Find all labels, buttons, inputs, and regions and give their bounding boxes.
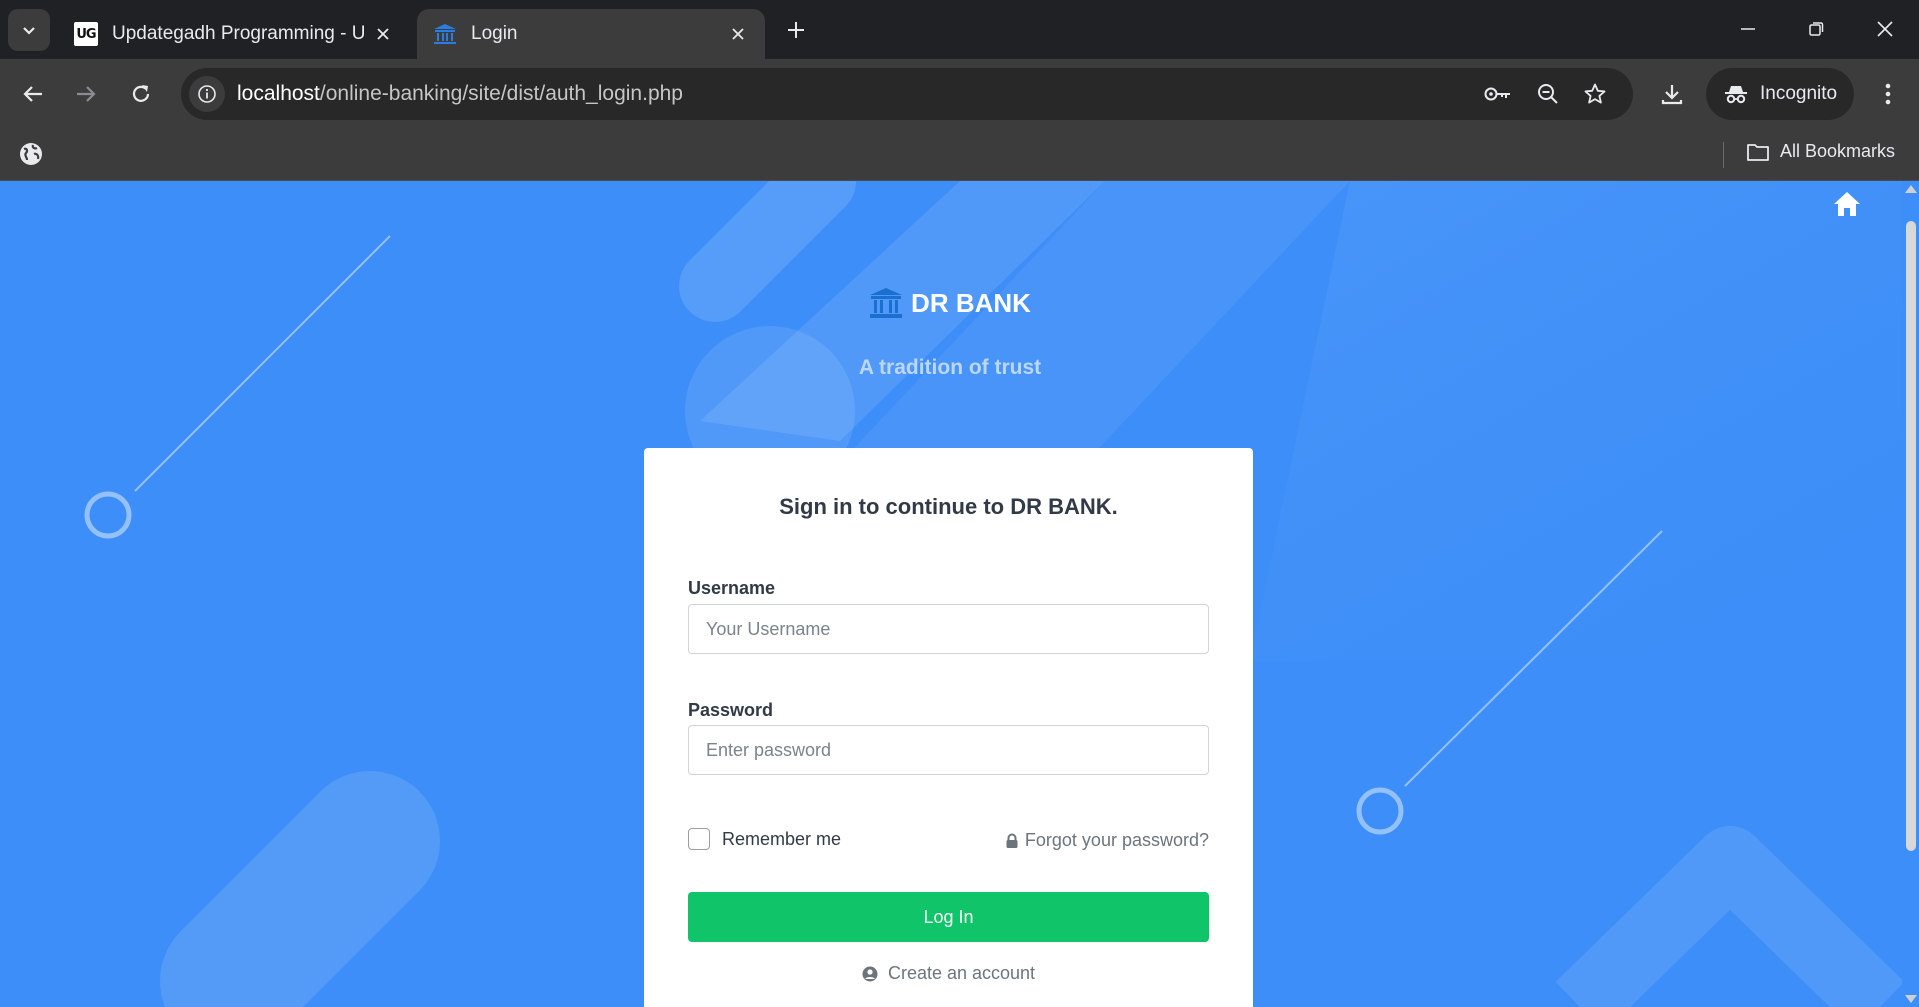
browser-toolbar: localhost/online-banking/site/dist/auth_… [0, 59, 1919, 129]
more-vert-icon [1885, 83, 1891, 105]
username-label: Username [688, 578, 776, 598]
password-label: Password [688, 700, 774, 720]
tab-login[interactable]: Login [417, 9, 765, 59]
url-path: /online-banking/site/dist/auth_login.php [319, 82, 683, 105]
create-account-label: Create an account [887, 963, 1036, 983]
forward-button[interactable] [66, 74, 106, 114]
close-icon[interactable] [372, 23, 394, 45]
minimize-button[interactable] [1725, 10, 1771, 48]
close-icon[interactable] [727, 23, 749, 45]
back-button[interactable] [13, 74, 53, 114]
globe-icon[interactable] [18, 141, 44, 167]
close-window-button[interactable] [1862, 10, 1908, 48]
all-bookmarks-button[interactable]: All Bookmarks [1746, 141, 1895, 162]
folder-icon [1747, 143, 1769, 161]
restore-icon [1809, 22, 1824, 36]
bookmarks-bar: All Bookmarks [0, 129, 1919, 181]
scroll-thumb[interactable] [1906, 221, 1916, 851]
home-button[interactable] [1830, 187, 1864, 221]
favicon-text: UG [74, 22, 98, 46]
address-bar[interactable]: localhost/online-banking/site/dist/auth_… [181, 68, 1633, 120]
login-card: Sign in to continue to DR BANK. Username… [644, 448, 1253, 1007]
url-host: localhost [237, 82, 320, 105]
scroll-up-icon[interactable] [1905, 185, 1917, 193]
user-circle-icon [862, 966, 878, 981]
remember-label: Remember me [722, 828, 842, 849]
restore-button[interactable] [1793, 10, 1839, 48]
password-key-button[interactable] [1481, 77, 1515, 111]
password-input[interactable] [688, 725, 1209, 775]
incognito-label: Incognito [1760, 83, 1838, 104]
tab-updategadh[interactable]: UG Updategadh Programming - Updategadh [58, 9, 410, 59]
brand-name: DR BANK [911, 287, 1031, 318]
bookmark-star-button[interactable] [1578, 77, 1612, 111]
plus-icon [788, 22, 804, 38]
minimize-icon [1741, 28, 1755, 30]
new-tab-button[interactable] [780, 14, 812, 46]
downloads-button[interactable] [1652, 74, 1692, 114]
arrow-right-icon [77, 86, 96, 102]
chevron-down-icon [23, 27, 35, 35]
username-input[interactable] [688, 604, 1209, 654]
zoom-out-icon [1538, 84, 1558, 104]
tagline: A tradition of trust [858, 356, 1042, 379]
bank-icon [870, 288, 903, 318]
login-button[interactable]: Log In [688, 892, 1209, 942]
all-bookmarks-label: All Bookmarks [1780, 141, 1896, 161]
url-text[interactable]: localhost/online-banking/site/dist/auth_… [237, 82, 683, 106]
key-icon [1484, 87, 1510, 101]
incognito-icon [1725, 86, 1747, 104]
remember-checkbox[interactable] [688, 828, 710, 850]
reload-icon [132, 85, 150, 102]
star-icon [1584, 83, 1606, 104]
remember-me[interactable]: Remember me [688, 828, 841, 850]
tab-search-button[interactable] [8, 9, 50, 51]
tab-title: Login [471, 23, 518, 44]
lock-icon [1006, 833, 1018, 848]
forgot-password-label: Forgot your password? [1024, 830, 1209, 850]
forgot-password-link[interactable]: Forgot your password? [1005, 830, 1209, 851]
info-icon [198, 85, 216, 103]
page-scrollbar[interactable] [1902, 181, 1919, 1007]
bookmarks-separator [1723, 142, 1724, 168]
zoom-button[interactable] [1531, 77, 1565, 111]
tab-title: Updategadh Programming - Updategadh [112, 23, 364, 44]
tab-strip: UG Updategadh Programming - Updategadh L… [0, 0, 1919, 59]
scroll-down-icon[interactable] [1905, 995, 1917, 1003]
close-icon [1877, 21, 1893, 37]
create-account-link[interactable]: Create an account [644, 963, 1253, 984]
home-icon [1834, 192, 1860, 216]
download-icon [1661, 85, 1683, 105]
menu-button[interactable] [1868, 74, 1908, 114]
page-viewport: DR BANK A tradition of trust Sign in to … [0, 181, 1919, 1007]
brand-logo[interactable]: DR BANK [0, 287, 1900, 319]
arrow-left-icon [23, 86, 42, 102]
card-title: Sign in to continue to DR BANK. [779, 494, 1118, 519]
incognito-button[interactable]: Incognito [1706, 68, 1854, 120]
bank-icon [433, 22, 457, 46]
reload-button[interactable] [121, 74, 161, 114]
updategadh-logo-icon: UG [74, 22, 98, 46]
site-info-button[interactable] [189, 76, 225, 112]
